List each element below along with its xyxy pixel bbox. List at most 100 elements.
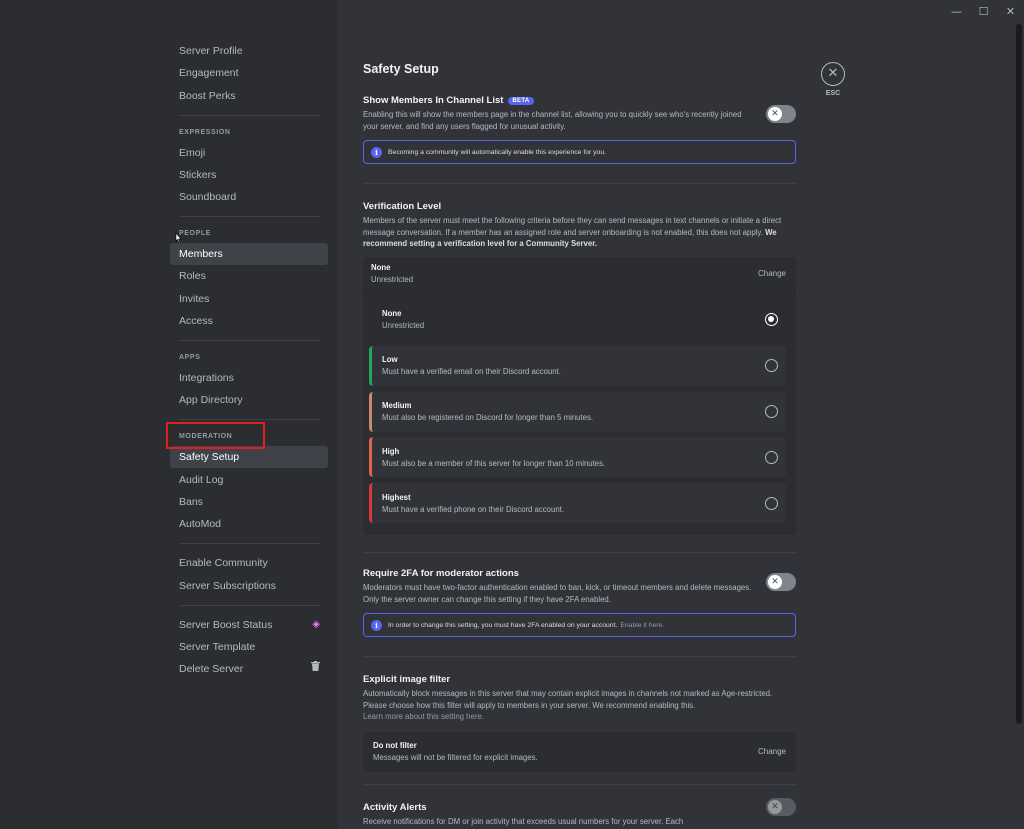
sidebar-divider	[179, 216, 320, 218]
sidebar-item-server-profile[interactable]: Server Profile	[170, 40, 328, 62]
sidebar-divider	[179, 114, 320, 116]
sidebar-item-bans[interactable]: Bans	[170, 491, 328, 513]
sidebar-item-emoji[interactable]: Emoji	[170, 142, 328, 164]
sidebar-item-server-boost-status[interactable]: Server Boost Status ◈	[170, 614, 328, 636]
twofa-title: Require 2FA for moderator actions	[363, 567, 519, 579]
sidebar-item-integrations[interactable]: Integrations	[170, 367, 328, 389]
option-name: Highest	[382, 492, 411, 502]
page-title: Safety Setup	[363, 62, 439, 76]
sidebar-item-access[interactable]: Access	[170, 310, 328, 332]
sidebar-item-stickers[interactable]: Stickers	[170, 164, 328, 186]
boost-gem-icon: ◈	[312, 618, 320, 630]
option-desc: Must have a verified email on their Disc…	[382, 367, 561, 377]
window-controls: — ☐ ✕	[943, 0, 1024, 22]
verification-level-description: Members of the server must meet the foll…	[363, 215, 796, 250]
activity-alerts-toggle[interactable]: ✕	[766, 797, 796, 816]
sidebar-item-audit-log[interactable]: Audit Log	[170, 469, 328, 491]
scrollbar-thumb[interactable]	[1016, 24, 1022, 724]
sidebar-item-enable-community[interactable]: Enable Community	[170, 552, 328, 574]
explicit-desc-text: Automatically block messages in this ser…	[363, 689, 773, 710]
activity-alerts-title: Activity Alerts	[363, 801, 427, 813]
twofa-description: Moderators must have two-factor authenti…	[363, 582, 752, 604]
sidebar-item-roles[interactable]: Roles	[170, 265, 328, 287]
verification-option-none[interactable]: None Unrestricted	[369, 299, 786, 340]
verification-current[interactable]: None Unrestricted Change	[363, 257, 796, 291]
radio-unselected[interactable]	[765, 359, 778, 373]
explicit-filter-selector[interactable]: Do not filter Messages will not be filte…	[363, 731, 796, 772]
sidebar-item-soundboard[interactable]: Soundboard	[170, 186, 328, 208]
option-name: Low	[382, 355, 398, 365]
content-scrollbar[interactable]	[1016, 24, 1022, 724]
current-level-desc: Unrestricted	[371, 275, 414, 285]
toggle-off-icon: ✕	[768, 799, 782, 814]
option-desc: Must have a verified phone on their Disc…	[382, 504, 565, 514]
show-members-toggle[interactable]: ✕	[766, 105, 796, 123]
radio-selected[interactable]	[765, 313, 778, 327]
option-desc: Must also be registered on Discord for l…	[382, 413, 594, 423]
twofa-toggle[interactable]: ✕	[766, 572, 796, 591]
sidebar-divider	[179, 604, 320, 606]
activity-alerts-description: Receive notifications for DM or join act…	[363, 816, 684, 826]
section-divider	[363, 183, 796, 185]
settings-sidebar: Server Profile Engagement Boost Perks EX…	[0, 0, 338, 829]
show-members-section: Show Members In Channel List BETA Enabli…	[363, 95, 796, 165]
verification-option-low[interactable]: Low Must have a verified email on their D…	[369, 345, 786, 386]
explicit-filter-description: Automatically block messages in this ser…	[363, 688, 796, 723]
verification-level-title: Verification Level	[363, 201, 442, 213]
sidebar-item-safety-setup[interactable]: Safety Setup	[170, 446, 328, 469]
verification-option-highest[interactable]: Highest Must have a verified phone on the…	[369, 483, 786, 524]
info-text: Becoming a community will automatically …	[388, 148, 606, 156]
toggle-off-icon: ✕	[768, 574, 782, 589]
current-filter-desc: Messages will not be filtered for explic…	[373, 753, 538, 763]
close-icon[interactable]: ✕	[821, 62, 845, 86]
option-desc: Unrestricted	[382, 321, 425, 331]
minimize-icon[interactable]: —	[943, 0, 970, 22]
verification-level-selector: None Unrestricted Change None Unrestricte…	[363, 256, 796, 535]
window-close-icon[interactable]: ✕	[997, 0, 1024, 22]
sidebar-item-app-directory[interactable]: App Directory	[170, 389, 328, 411]
sidebar-item-engagement[interactable]: Engagement	[170, 62, 328, 84]
sidebar-divider	[179, 419, 320, 421]
sidebar-item-members[interactable]: Members	[170, 243, 328, 266]
verification-option-high[interactable]: High Must also be a member of this server…	[369, 437, 786, 478]
sidebar-header-people: PEOPLE	[179, 230, 211, 238]
sidebar-header-moderation: MODERATION	[179, 433, 233, 441]
trash-icon	[311, 658, 320, 680]
sidebar-item-boost-perks[interactable]: Boost Perks	[170, 85, 328, 107]
beta-badge: BETA	[508, 96, 534, 105]
verification-option-medium[interactable]: Medium Must also be registered on Discord…	[369, 391, 786, 432]
activity-alerts-section: Activity Alerts Receive notifications fo…	[363, 797, 796, 828]
close-settings[interactable]: ✕ ESC	[820, 62, 846, 97]
sidebar-header-apps: APPS	[179, 354, 201, 362]
learn-more-link[interactable]: Learn more about this setting here.	[363, 712, 484, 721]
toggle-off-icon: ✕	[768, 107, 782, 121]
sidebar-item-label: Server Boost Status	[179, 618, 273, 631]
sidebar-divider	[179, 543, 320, 545]
option-name: None	[382, 309, 402, 319]
enable-2fa-link[interactable]: Enable it here.	[620, 622, 664, 629]
sidebar-item-invites[interactable]: Invites	[170, 288, 328, 310]
radio-unselected[interactable]	[765, 450, 778, 464]
radio-unselected[interactable]	[765, 496, 778, 510]
info-icon: i	[371, 146, 382, 158]
section-title-text: Show Members In Channel List	[363, 95, 504, 106]
verification-level-section: Verification Level Members of the server…	[363, 201, 796, 535]
verification-options-list: None Unrestricted Low Must have a verified…	[363, 290, 796, 535]
twofa-section: Require 2FA for moderator actions Modera…	[363, 567, 796, 638]
section-divider	[363, 656, 796, 658]
sidebar-item-label: Delete Server	[179, 663, 244, 676]
current-level-name: None	[371, 263, 391, 273]
verification-desc-text: Members of the server must meet the foll…	[363, 216, 782, 237]
change-filter-button[interactable]: Change	[758, 747, 786, 756]
sidebar-item-server-template[interactable]: Server Template	[170, 636, 328, 658]
info-icon: i	[371, 619, 382, 631]
sidebar-item-delete-server[interactable]: Delete Server	[170, 658, 328, 680]
sidebar-item-automod[interactable]: AutoMod	[170, 513, 328, 535]
safety-setup-panel: Safety Setup Show Members In Channel Lis…	[363, 62, 796, 828]
radio-unselected[interactable]	[765, 405, 778, 419]
change-verification-button[interactable]: Change	[758, 269, 786, 278]
option-name: High	[382, 446, 400, 456]
mouse-cursor-icon	[173, 232, 183, 249]
sidebar-item-server-subscriptions[interactable]: Server Subscriptions	[170, 575, 328, 597]
maximize-icon[interactable]: ☐	[970, 0, 997, 22]
